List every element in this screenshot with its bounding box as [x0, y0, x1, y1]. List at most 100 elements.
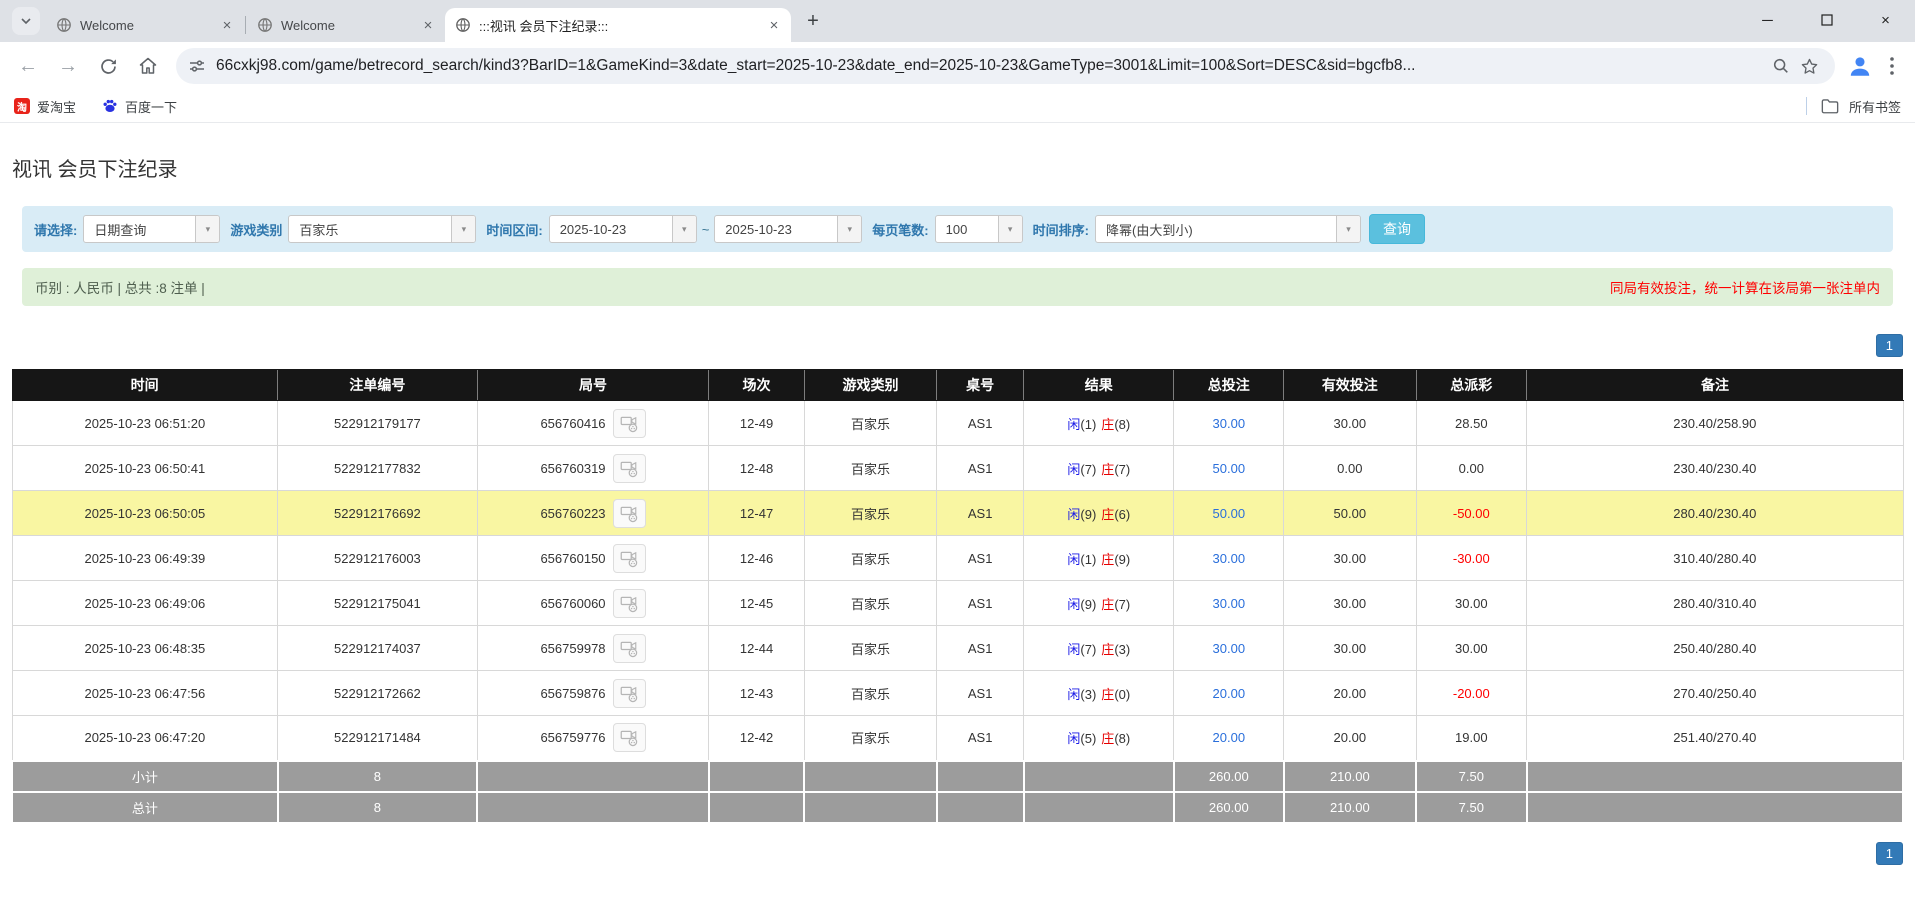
window-close-button[interactable]: × — [1856, 0, 1915, 40]
result-banker: 庄 — [1101, 416, 1115, 432]
col-header-round: 局号 — [476, 369, 709, 401]
cell-round: 656759776 — [476, 715, 710, 761]
dropdown-arrow-icon[interactable]: ▾ — [451, 216, 476, 242]
query-type-select[interactable]: 日期查询 ▾ — [83, 215, 221, 243]
cell-payout: -50.00 — [1415, 490, 1528, 536]
new-tab-button[interactable]: + — [799, 7, 827, 35]
video-replay-button[interactable] — [612, 453, 646, 483]
search-button[interactable]: 查询 — [1368, 214, 1425, 244]
cell-result: 闲(9) 庄(7) — [1023, 580, 1175, 626]
dropdown-arrow-icon[interactable]: ▾ — [997, 216, 1022, 242]
page-size-select[interactable]: 100 ▾ — [934, 215, 1023, 243]
tab-close-icon[interactable]: × — [419, 16, 437, 34]
home-button[interactable] — [128, 46, 168, 86]
video-replay-button[interactable] — [612, 498, 646, 528]
date-end-value: 2025-10-23 — [725, 221, 792, 237]
video-replay-button[interactable] — [612, 723, 646, 753]
table-row: 2025-10-23 06:47:20 522912171484 6567597… — [11, 715, 1904, 761]
cell-payout: -20.00 — [1415, 670, 1528, 716]
cell-bet-id: 522912176003 — [277, 535, 478, 581]
bookmark-aitaobao[interactable]: 淘 爱淘宝 — [14, 97, 76, 116]
video-replay-button[interactable] — [612, 633, 646, 663]
summary-valid-bet: 210.00 — [1282, 759, 1418, 793]
dropdown-arrow-icon[interactable]: ▾ — [195, 216, 220, 242]
bookmarks-bar: 淘 爱淘宝 百度一下 所有书签 — [0, 90, 1915, 123]
tab-welcome-1[interactable]: Welcome × — [46, 8, 244, 42]
empty-cell — [707, 790, 806, 824]
bookmark-label: 爱淘宝 — [37, 99, 77, 115]
result-player-points: (7) — [1080, 461, 1097, 477]
video-replay-button[interactable] — [612, 678, 646, 708]
three-dots-icon — [1890, 57, 1894, 75]
col-header-valid-bet: 有效投注 — [1283, 369, 1416, 401]
empty-cell — [803, 790, 938, 824]
zoom-page-icon[interactable] — [1767, 52, 1795, 80]
cell-valid-bet: 0.00 — [1283, 445, 1417, 491]
result-player: 闲 — [1067, 506, 1081, 522]
col-header-remark: 备注 — [1526, 369, 1903, 401]
tab-close-icon[interactable]: × — [218, 16, 236, 34]
tab-bet-records-active[interactable]: :::视讯 会员下注纪录::: × — [445, 8, 791, 42]
back-button[interactable]: ← — [8, 46, 48, 86]
window-minimize-button[interactable]: ─ — [1738, 0, 1797, 40]
taobao-icon: 淘 — [14, 98, 30, 114]
cell-time: 2025-10-23 06:47:20 — [11, 715, 279, 761]
sort-value: 降幂(由大到小) — [1105, 222, 1193, 238]
video-camera-icon — [620, 730, 637, 747]
video-replay-button[interactable] — [612, 408, 646, 438]
result-banker: 庄 — [1101, 551, 1115, 567]
reload-icon — [100, 58, 116, 74]
folder-icon — [1821, 99, 1839, 114]
dropdown-arrow-icon[interactable]: ▾ — [1335, 216, 1360, 242]
cell-table-no: AS1 — [936, 625, 1025, 671]
all-bookmarks[interactable]: 所有书签 — [1805, 97, 1901, 116]
baidu-paw-icon — [103, 99, 117, 112]
cell-remark: 251.40/270.40 — [1526, 715, 1904, 761]
url-text[interactable]: 66cxkj98.com/game/betrecord_search/kind3… — [216, 57, 1767, 75]
game-type-select[interactable]: 百家乐 ▾ — [288, 215, 477, 243]
browser-menu-button[interactable] — [1877, 49, 1907, 83]
cell-round: 656760223 — [476, 490, 710, 536]
site-settings-icon[interactable] — [188, 57, 206, 75]
result-player-points: (9) — [1080, 506, 1097, 522]
window-maximize-button[interactable] — [1797, 0, 1856, 40]
video-replay-button[interactable] — [612, 588, 646, 618]
table-row: 2025-10-23 06:49:39 522912176003 6567601… — [11, 535, 1904, 581]
dropdown-arrow-icon[interactable]: ▾ — [671, 216, 696, 242]
cell-game-type: 百家乐 — [803, 670, 938, 716]
cell-payout: 0.00 — [1415, 445, 1528, 491]
date-end-select[interactable]: 2025-10-23 ▾ — [714, 215, 863, 243]
reload-button[interactable] — [88, 46, 128, 86]
date-start-select[interactable]: 2025-10-23 ▾ — [548, 215, 697, 243]
cell-time: 2025-10-23 06:51:20 — [11, 400, 279, 446]
cell-time: 2025-10-23 06:47:56 — [11, 670, 279, 716]
tab-search-button[interactable] — [12, 7, 40, 35]
page-1-button[interactable]: 1 — [1875, 334, 1903, 357]
video-replay-button[interactable] — [612, 543, 646, 573]
bookmark-star-icon[interactable] — [1795, 52, 1823, 80]
result-player: 闲 — [1067, 551, 1081, 567]
filter-bar: 请选择: 日期查询 ▾ 游戏类别 百家乐 ▾ 时间区间: 2025-10-23 … — [22, 206, 1893, 252]
cell-valid-bet: 30.00 — [1283, 580, 1417, 626]
empty-cell — [476, 790, 710, 824]
profile-avatar[interactable] — [1843, 49, 1877, 83]
tab-welcome-2[interactable]: Welcome × — [247, 8, 445, 42]
empty-cell — [803, 759, 938, 793]
dropdown-arrow-icon[interactable]: ▾ — [837, 216, 862, 242]
forward-button[interactable]: → — [48, 46, 88, 86]
sort-select[interactable]: 降幂(由大到小) ▾ — [1094, 215, 1361, 243]
cell-session: 12-46 — [708, 535, 805, 581]
page-1-button[interactable]: 1 — [1875, 841, 1903, 865]
window-controls: ─ × — [1738, 0, 1915, 40]
address-bar[interactable]: 66cxkj98.com/game/betrecord_search/kind3… — [176, 48, 1835, 84]
col-header-bet-id: 注单编号 — [277, 369, 478, 401]
table-row: 2025-10-23 06:50:41 522912177832 6567603… — [11, 445, 1904, 491]
summary-total-bet: 260.00 — [1172, 759, 1285, 793]
bookmark-baidu[interactable]: 百度一下 — [102, 97, 177, 116]
pagination-top: 1 — [12, 334, 1903, 357]
sort-label: 时间排序: — [1032, 222, 1089, 238]
tab-title: :::视讯 会员下注纪录::: — [479, 18, 609, 34]
table-header-row: 时间 注单编号 局号 场次 游戏类别 桌号 结果 总投注 有效投注 总派彩 备注 — [12, 369, 1903, 401]
person-icon — [1850, 57, 1870, 76]
tab-close-icon[interactable]: × — [765, 16, 783, 34]
